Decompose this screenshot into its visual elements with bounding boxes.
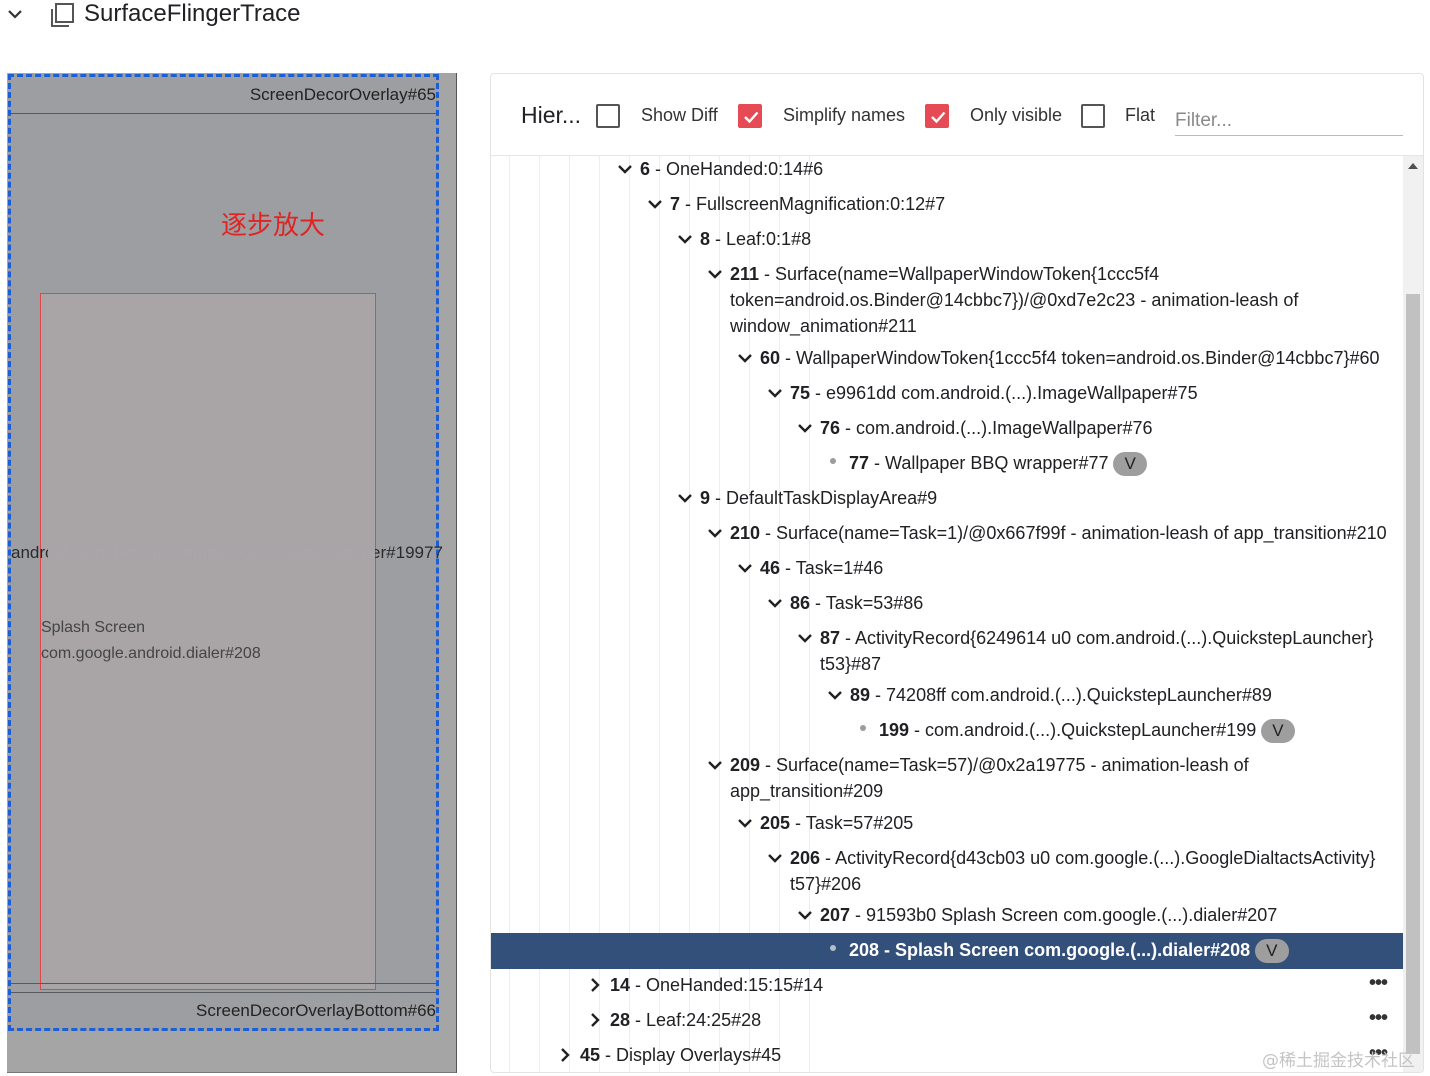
layer-label: ScreenDecorOverlay#65 (249, 85, 436, 104)
chevron-down-icon[interactable] (676, 230, 694, 248)
visible-chip: V (1261, 719, 1295, 744)
tree-node[interactable]: 207 - 91593b0 Splash Screen com.google.(… (820, 902, 1277, 928)
hierarchy-toolbar: Hier... Show Diff Simplify names Only vi… (491, 74, 1423, 156)
chevron-down-icon[interactable] (766, 849, 784, 867)
tree-node[interactable]: 205 - Task=57#205 (760, 810, 913, 836)
chevron-down-icon[interactable] (676, 489, 694, 507)
hierarchy-tree: 6 - OneHanded:0:14#6 7 - FullscreenMagni… (491, 156, 1403, 1072)
tree-node[interactable]: 209 - Surface(name=Task=57)/@0x2a19775 -… (730, 752, 1290, 804)
tree-node[interactable]: 206 - ActivityRecord{d43cb03 u0 com.goog… (790, 845, 1390, 897)
annotation-label: 逐步放大 (221, 211, 326, 241)
chevron-down-icon[interactable] (706, 265, 724, 283)
chevron-down-icon[interactable] (796, 906, 814, 924)
chevron-down-icon[interactable] (766, 384, 784, 402)
chevron-down-icon[interactable] (826, 686, 844, 704)
chevron-down-icon[interactable] (796, 629, 814, 647)
scroll-up-icon[interactable] (1408, 163, 1418, 169)
check-icon (744, 111, 759, 124)
simplify-names-checkbox[interactable] (738, 104, 762, 128)
chevron-down-icon[interactable] (706, 756, 724, 774)
layer-label: ScreenDecorOverlayBottom#66 (195, 1001, 436, 1020)
check-icon (931, 111, 946, 124)
tree-node[interactable]: 199 - com.android.(...).QuickstepLaunche… (879, 717, 1295, 744)
tree-node[interactable]: 60 - WallpaperWindowToken{1ccc5f4 token=… (760, 345, 1380, 371)
simplify-names-label: Simplify names (783, 105, 906, 125)
surface-canvas[interactable]: ScreenDecorOverlay#65 逐步放大 android.launc… (7, 73, 457, 1073)
tree-node[interactable]: 14 - OneHanded:15:15#14 (610, 972, 823, 998)
tree-node[interactable]: 8 - Leaf:0:1#8 (700, 226, 811, 252)
layer-screen-decor-overlay[interactable]: ScreenDecorOverlay#65 (11, 77, 436, 114)
leaf-dot-icon (860, 725, 866, 731)
tree-node[interactable]: 75 - e9961dd com.android.(...).ImageWall… (790, 380, 1198, 406)
flat-label: Flat (1125, 105, 1156, 125)
layer-splash-screen-rect[interactable] (40, 293, 376, 990)
tree-node[interactable]: 86 - Task=53#86 (790, 590, 923, 616)
show-diff-checkbox[interactable] (596, 104, 620, 128)
tree-node[interactable]: 211 - Surface(name=WallpaperWindowToken{… (730, 261, 1330, 339)
layer-navbar-edge (11, 992, 436, 993)
chevron-down-icon[interactable] (5, 4, 25, 24)
leaf-dot-icon (830, 458, 836, 464)
tree-node[interactable]: 210 - Surface(name=Task=1)/@0x667f99f - … (730, 520, 1387, 546)
scroll-thumb[interactable] (1406, 294, 1420, 1054)
chevron-down-icon[interactable] (796, 419, 814, 437)
only-visible-checkbox[interactable] (925, 104, 949, 128)
tree-node-selected[interactable]: 208 - Splash Screen com.google.(...).dia… (849, 937, 1289, 964)
hierarchy-title: Hier... (521, 102, 582, 128)
filter-input[interactable] (1175, 100, 1403, 136)
tree-node[interactable]: 28 - Leaf:24:25#28 (610, 1007, 761, 1033)
show-diff-label: Show Diff (641, 105, 718, 125)
tree-scrollbar[interactable] (1403, 156, 1423, 1072)
chevron-down-icon[interactable] (766, 594, 784, 612)
tree-node[interactable]: 76 - com.android.(...).ImageWallpaper#76 (820, 415, 1153, 441)
tree-node[interactable]: 7 - FullscreenMagnification:0:12#7 (670, 191, 945, 217)
tree-node[interactable]: 77 - Wallpaper BBQ wrapper#77 V (849, 450, 1147, 477)
tree-node[interactable]: 9 - DefaultTaskDisplayArea#9 (700, 485, 937, 511)
chevron-down-icon[interactable] (616, 160, 634, 178)
watermark: @稀土掘金技术社区 (1262, 1051, 1415, 1071)
display-rect[interactable]: ScreenDecorOverlay#65 逐步放大 android.launc… (8, 74, 443, 1031)
chevron-down-icon[interactable] (706, 524, 724, 542)
tree-node[interactable]: 45 - Display Overlays#45 (580, 1042, 781, 1068)
more-options-icon[interactable]: ••• (1369, 972, 1388, 995)
more-options-icon[interactable]: ••• (1369, 1007, 1388, 1030)
hierarchy-panel: Hier... Show Diff Simplify names Only vi… (490, 73, 1424, 1073)
chevron-right-icon[interactable] (586, 976, 604, 994)
chevron-down-icon[interactable] (736, 349, 754, 367)
visible-chip: V (1113, 452, 1147, 477)
chevron-down-icon[interactable] (736, 559, 754, 577)
chevron-right-icon[interactable] (586, 1011, 604, 1029)
layer-splash-label: com.google.android.dialer#208 (41, 645, 261, 662)
flat-checkbox[interactable] (1081, 104, 1105, 128)
trace-title: SurfaceFlingerTrace (84, 0, 301, 27)
layer-splash-label: Splash Screen (41, 619, 146, 636)
tree-node[interactable]: 87 - ActivityRecord{6249614 u0 com.andro… (820, 625, 1390, 677)
leaf-dot-icon (830, 945, 836, 951)
chevron-right-icon[interactable] (556, 1046, 574, 1064)
layer-screen-decor-overlay-bottom[interactable]: NavigationBar0#66 ScreenDecorOverlayBott… (11, 983, 436, 1028)
visible-chip: V (1255, 939, 1289, 964)
tree-node[interactable]: 6 - OneHanded:0:14#6 (640, 156, 823, 182)
tree-node[interactable]: 46 - Task=1#46 (760, 555, 883, 581)
only-visible-label: Only visible (970, 105, 1063, 125)
chevron-down-icon[interactable] (736, 814, 754, 832)
chevron-down-icon[interactable] (646, 195, 664, 213)
tree-node[interactable]: 89 - 74208ff com.android.(...).Quickstep… (850, 682, 1272, 708)
copy-icon (51, 3, 74, 27)
